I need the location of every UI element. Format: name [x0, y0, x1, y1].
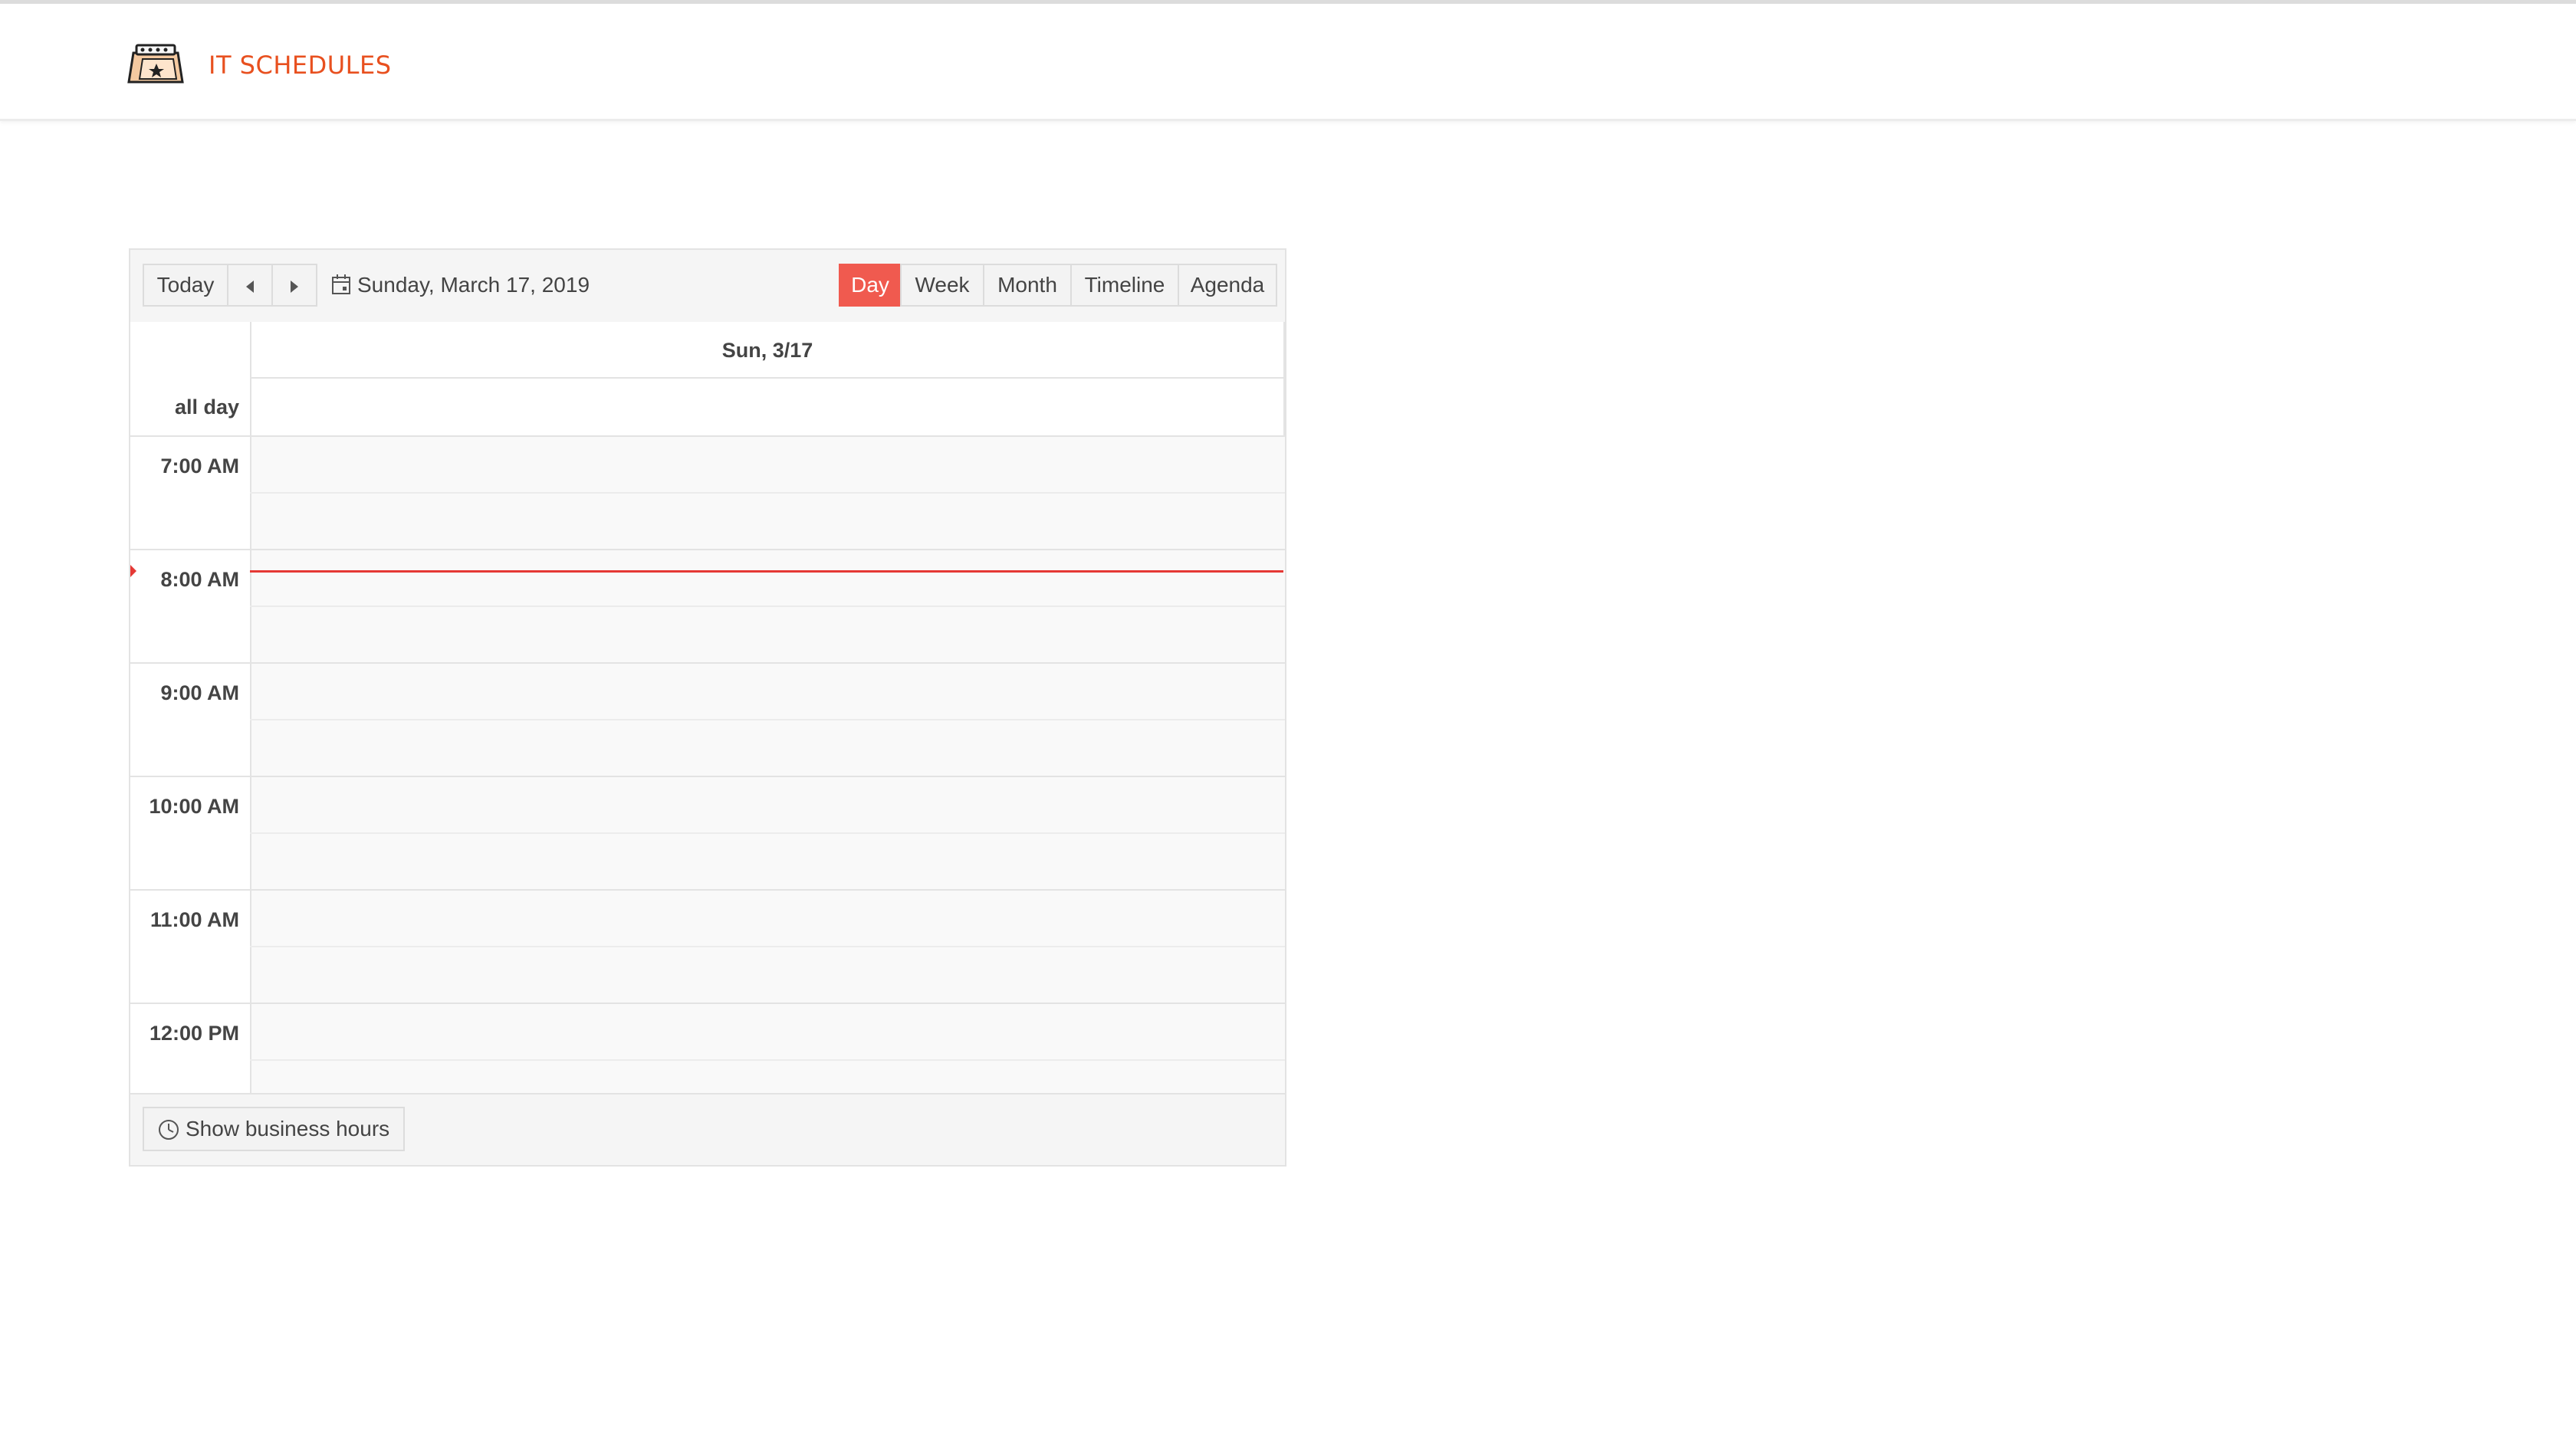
- scheduler-footer: Show business hours: [130, 1093, 1285, 1165]
- now-indicator-line: [250, 570, 1283, 573]
- time-column: [130, 437, 250, 1093]
- half-hour-line: [250, 1059, 1285, 1061]
- hour-label: 11:00 AM: [150, 908, 239, 931]
- view-timeline-button[interactable]: Timeline: [1070, 264, 1179, 307]
- scheduler-toolbar: Today Sunday, March 17, 2019 Day Week Mo…: [130, 250, 1285, 323]
- arrow-left-icon: [246, 280, 254, 293]
- day-column-header[interactable]: Sun, 3/17: [250, 322, 1285, 379]
- hour-label: 8:00 AM: [160, 568, 239, 591]
- half-hour-line: [250, 832, 1285, 834]
- view-month-button[interactable]: Month: [983, 264, 1072, 307]
- view-agenda-button[interactable]: Agenda: [1178, 264, 1277, 307]
- allday-row: all day: [130, 379, 1285, 437]
- brand-title[interactable]: IT SCHEDULES: [209, 50, 392, 80]
- hour-label: 10:00 AM: [149, 795, 239, 818]
- half-hour-line: [250, 492, 1285, 494]
- calendar-icon: [332, 274, 350, 294]
- slot-content[interactable]: [250, 437, 1285, 1093]
- date-label: Sunday, March 17, 2019: [357, 273, 590, 297]
- hour-line: [130, 549, 1285, 550]
- today-button[interactable]: Today: [143, 264, 228, 307]
- next-button[interactable]: [271, 264, 317, 307]
- business-hours-label: Show business hours: [186, 1117, 390, 1140]
- half-hour-line: [250, 946, 1285, 947]
- hour-line: [130, 889, 1285, 891]
- time-slots: 7:00 AM 8:00 AM 9:00 AM 10:00 AM 11:00 A…: [130, 437, 1285, 1093]
- scheduler: Today Sunday, March 17, 2019 Day Week Mo…: [129, 248, 1286, 1167]
- hour-line: [130, 662, 1285, 664]
- hour-line: [130, 1003, 1285, 1004]
- allday-cell[interactable]: [250, 379, 1285, 435]
- hour-line: [130, 776, 1285, 777]
- now-marker: [130, 565, 136, 577]
- hour-label: 12:00 PM: [149, 1022, 239, 1045]
- view-day-button[interactable]: Day: [839, 264, 902, 307]
- day-grid: Sun, 3/17 all day 7:00 AM 8:00 AM 9:00 A…: [130, 322, 1285, 1093]
- show-business-hours-button[interactable]: Show business hours: [143, 1107, 405, 1151]
- app-header: IT SCHEDULES: [0, 4, 2576, 121]
- half-hour-line: [250, 605, 1285, 607]
- date-picker[interactable]: Sunday, March 17, 2019: [331, 264, 590, 307]
- arrow-right-icon: [291, 280, 298, 293]
- clock-icon: [159, 1120, 179, 1140]
- half-hour-line: [250, 719, 1285, 720]
- hour-label: 7:00 AM: [160, 455, 239, 478]
- hour-label: 9:00 AM: [160, 681, 239, 704]
- view-week-button[interactable]: Week: [900, 264, 984, 307]
- prev-button[interactable]: [227, 264, 273, 307]
- calendar-clip-icon[interactable]: [127, 42, 184, 85]
- allday-label: all day: [174, 395, 239, 418]
